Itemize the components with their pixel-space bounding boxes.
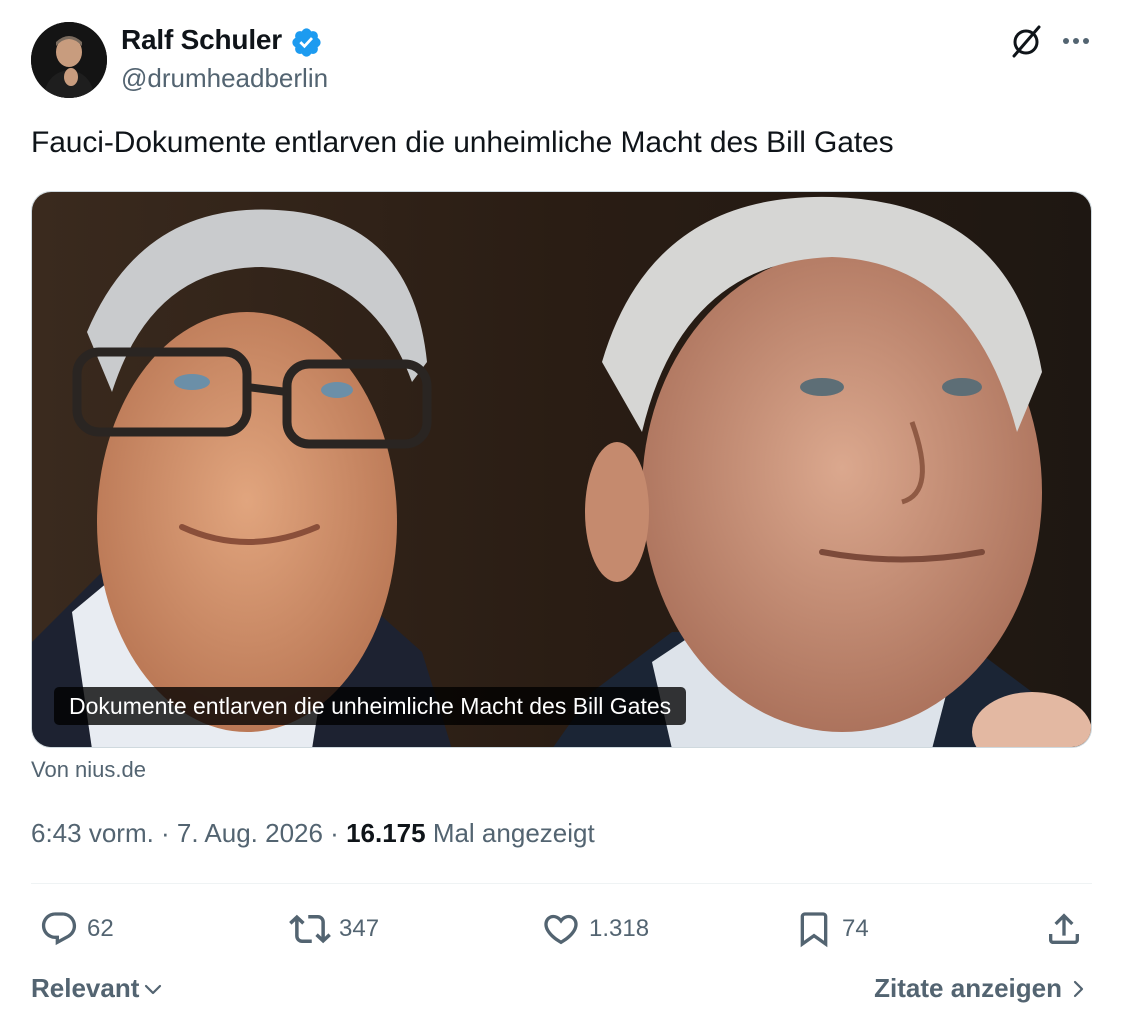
reply-button[interactable]: 62: [39, 908, 114, 950]
repost-count: 347: [339, 915, 380, 942]
verified-badge-icon: [290, 26, 323, 59]
reply-count: 62: [87, 915, 114, 942]
chevron-right-icon: [1073, 980, 1084, 997]
link-card[interactable]: Dokumente entlarven die unheimliche Mach…: [31, 191, 1092, 748]
share-button[interactable]: [1044, 908, 1084, 950]
tweet-text: Fauci-Dokumente entlarven die unheimlich…: [31, 126, 894, 159]
heart-icon: [544, 914, 578, 945]
more-icon[interactable]: [1058, 27, 1094, 55]
grok-icon[interactable]: [1006, 22, 1046, 62]
quotes-label: Zitate anzeigen: [874, 973, 1062, 1003]
like-count: 1.318: [589, 915, 650, 942]
reply-icon: [41, 912, 77, 946]
view-quotes-link[interactable]: Zitate anzeigen: [874, 973, 1090, 1004]
card-image: [32, 192, 1091, 747]
card-source[interactable]: Von nius.de: [31, 757, 146, 783]
card-caption: Dokumente entlarven die unheimliche Mach…: [54, 687, 687, 725]
divider: [31, 883, 1092, 884]
chevron-down-icon: [145, 984, 162, 994]
views-label: Mal angezeigt: [425, 818, 595, 848]
sort-label: Relevant: [31, 973, 140, 1003]
author-name[interactable]: Ralf Schuler: [121, 24, 282, 56]
tweet-meta: 6:43 vorm. · 7. Aug. 2026 · 16.175 Mal a…: [31, 818, 595, 849]
repost-icon: [289, 914, 331, 944]
sort-relevant-dropdown[interactable]: Relevant: [31, 973, 165, 1004]
avatar[interactable]: [31, 22, 107, 98]
share-icon: [1049, 913, 1079, 944]
author-handle[interactable]: @drumheadberlin: [121, 63, 328, 94]
bookmark-icon: [800, 912, 828, 948]
repost-button[interactable]: 347: [289, 908, 379, 950]
views-count: 16.175: [346, 818, 426, 848]
bookmark-button[interactable]: 74: [794, 908, 869, 950]
bookmark-count: 74: [842, 915, 869, 942]
like-button[interactable]: 1.318: [541, 908, 649, 950]
timestamp[interactable]: 6:43 vorm. · 7. Aug. 2026 ·: [31, 818, 346, 848]
